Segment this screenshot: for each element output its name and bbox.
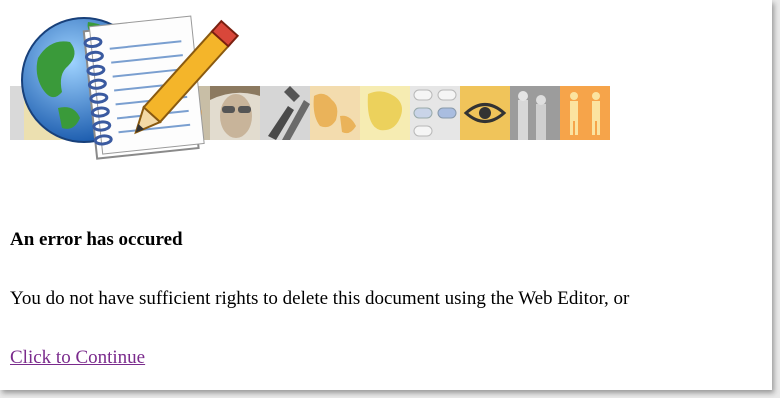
banner-tile-end <box>610 86 660 140</box>
banner-tile-map <box>310 86 360 140</box>
eye-icon <box>463 103 507 123</box>
map-icon <box>313 93 356 134</box>
banner-tile-map-yellow <box>360 86 410 140</box>
map-yellow-icon <box>367 91 402 131</box>
error-message: You do not have sufficient rights to del… <box>10 288 630 309</box>
banner-tile-eye <box>460 86 510 140</box>
banner-tile-hands <box>260 86 310 140</box>
banner-tile-people <box>510 86 560 140</box>
keypad-icon <box>413 89 457 137</box>
banner-tile-keypad <box>410 86 460 140</box>
restroom-figures-icon <box>570 92 600 135</box>
banner-tile-restroom <box>560 86 610 140</box>
hands-photo <box>268 86 310 140</box>
people-photo <box>518 91 546 140</box>
error-page: An error has occured You do not have suf… <box>0 0 772 390</box>
continue-link[interactable]: Click to Continue <box>10 347 145 369</box>
globe-notebook-pencil-icon <box>21 15 240 160</box>
error-heading: An error has occured <box>10 229 183 250</box>
